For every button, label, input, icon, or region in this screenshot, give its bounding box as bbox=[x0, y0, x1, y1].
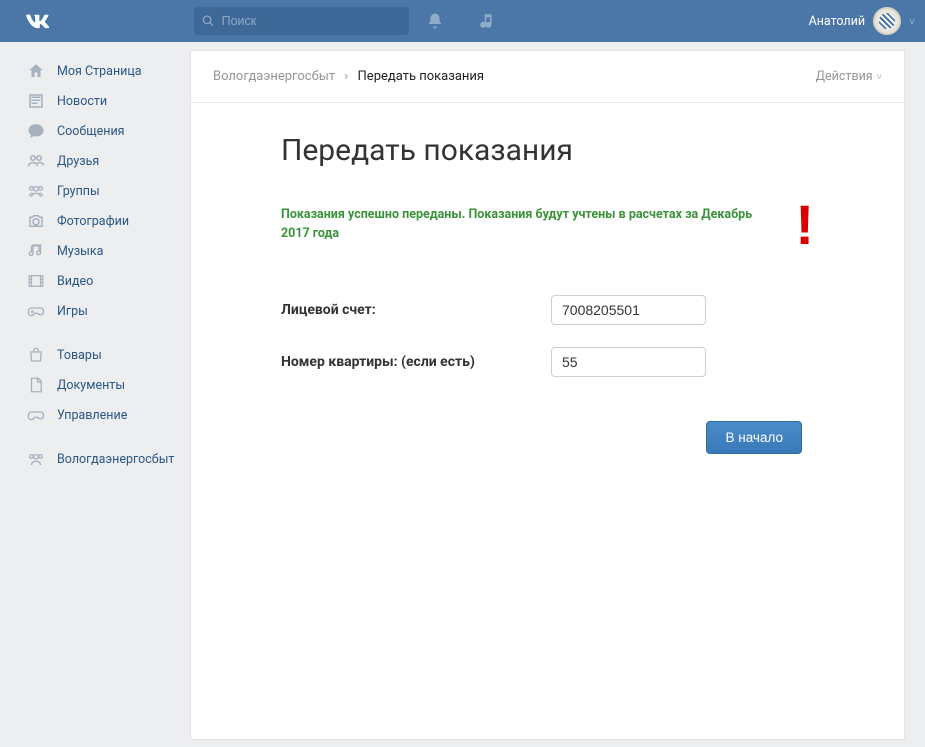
sidebar: Моя Страница Новости Сообщения Друзья Гр… bbox=[20, 50, 185, 740]
sidebar-item-my-page[interactable]: Моя Страница bbox=[20, 56, 185, 86]
sidebar-item-label: Управление bbox=[57, 408, 127, 423]
community-icon bbox=[27, 450, 45, 468]
breadcrumb-sep: › bbox=[344, 69, 348, 84]
actions-label: Действия bbox=[816, 69, 873, 84]
sidebar-item-music[interactable]: Музыка bbox=[20, 236, 185, 266]
content: Передать показания Показания успешно пер… bbox=[191, 103, 904, 484]
actions-dropdown[interactable]: Действия ⅴ bbox=[816, 69, 882, 84]
news-icon bbox=[27, 92, 45, 110]
success-message: Показания успешно переданы. Показания бу… bbox=[281, 206, 775, 244]
music-icon[interactable] bbox=[478, 12, 496, 30]
sidebar-item-label: Документы bbox=[57, 378, 125, 393]
sidebar-item-label: Друзья bbox=[57, 154, 99, 169]
market-icon bbox=[27, 346, 45, 364]
chevron-down-icon: ⅴ bbox=[877, 72, 882, 82]
vk-logo[interactable] bbox=[25, 9, 49, 33]
search-icon bbox=[202, 14, 215, 28]
success-row: Показания успешно переданы. Показания бу… bbox=[281, 192, 814, 257]
games-icon bbox=[27, 302, 45, 320]
button-row: В начало bbox=[281, 421, 814, 454]
sidebar-item-video[interactable]: Видео bbox=[20, 266, 185, 296]
sidebar-item-label: Фотографии bbox=[57, 214, 129, 229]
sidebar-item-messages[interactable]: Сообщения bbox=[20, 116, 185, 146]
topbar: Анатолий ⅴ bbox=[0, 0, 925, 42]
bell-icon[interactable] bbox=[426, 12, 444, 30]
sidebar-item-market[interactable]: Товары bbox=[20, 340, 185, 370]
camera-icon bbox=[27, 212, 45, 230]
apartment-input[interactable] bbox=[551, 347, 706, 377]
sidebar-item-label: Товары bbox=[57, 348, 102, 363]
gamepad-icon bbox=[27, 406, 45, 424]
sidebar-item-label: Вологдаэнергосбыт bbox=[57, 452, 174, 467]
sidebar-item-label: Моя Страница bbox=[57, 64, 142, 79]
sidebar-item-games[interactable]: Игры bbox=[20, 296, 185, 326]
breadcrumb: Вологдаэнергосбыт › Передать показания bbox=[213, 69, 484, 84]
top-icons bbox=[426, 12, 496, 30]
back-to-start-button[interactable]: В начало bbox=[706, 421, 802, 454]
account-label: Лицевой счет: bbox=[281, 302, 551, 318]
breadcrumb-current: Передать показания bbox=[358, 69, 485, 84]
groups-icon bbox=[27, 182, 45, 200]
main-panel: Вологдаэнергосбыт › Передать показания Д… bbox=[190, 50, 905, 740]
sidebar-item-groups[interactable]: Группы bbox=[20, 176, 185, 206]
account-row: Лицевой счет: bbox=[281, 295, 814, 325]
sidebar-item-label: Новости bbox=[57, 94, 107, 109]
search-box[interactable] bbox=[194, 7, 409, 35]
sidebar-item-photos[interactable]: Фотографии bbox=[20, 206, 185, 236]
breadcrumb-parent[interactable]: Вологдаэнергосбыт bbox=[213, 69, 335, 84]
sidebar-item-label: Музыка bbox=[57, 244, 103, 259]
avatar bbox=[873, 7, 901, 35]
username: Анатолий bbox=[809, 14, 866, 29]
sidebar-item-docs[interactable]: Документы bbox=[20, 370, 185, 400]
apartment-row: Номер квартиры: (если есть) bbox=[281, 347, 814, 377]
friends-icon bbox=[27, 152, 45, 170]
sidebar-item-admin[interactable]: Управление bbox=[20, 400, 185, 430]
sidebar-item-community[interactable]: Вологдаэнергосбыт bbox=[20, 444, 185, 474]
sidebar-item-label: Группы bbox=[57, 184, 100, 199]
apartment-label: Номер квартиры: (если есть) bbox=[281, 354, 551, 370]
sidebar-item-label: Видео bbox=[57, 274, 93, 289]
messages-icon bbox=[27, 122, 45, 140]
sidebar-item-label: Игры bbox=[57, 304, 88, 319]
docs-icon bbox=[27, 376, 45, 394]
video-icon bbox=[27, 272, 45, 290]
chevron-down-icon: ⅴ bbox=[909, 16, 915, 27]
sidebar-item-friends[interactable]: Друзья bbox=[20, 146, 185, 176]
sidebar-item-label: Сообщения bbox=[57, 124, 125, 139]
user-menu[interactable]: Анатолий ⅴ bbox=[809, 7, 915, 35]
search-input[interactable] bbox=[222, 14, 401, 28]
page-title: Передать показания bbox=[281, 133, 814, 168]
account-input[interactable] bbox=[551, 295, 706, 325]
exclamation-icon: ! bbox=[795, 192, 814, 257]
main-header: Вологдаэнергосбыт › Передать показания Д… bbox=[191, 51, 904, 103]
home-icon bbox=[27, 62, 45, 80]
music-nav-icon bbox=[27, 242, 45, 260]
sidebar-item-news[interactable]: Новости bbox=[20, 86, 185, 116]
